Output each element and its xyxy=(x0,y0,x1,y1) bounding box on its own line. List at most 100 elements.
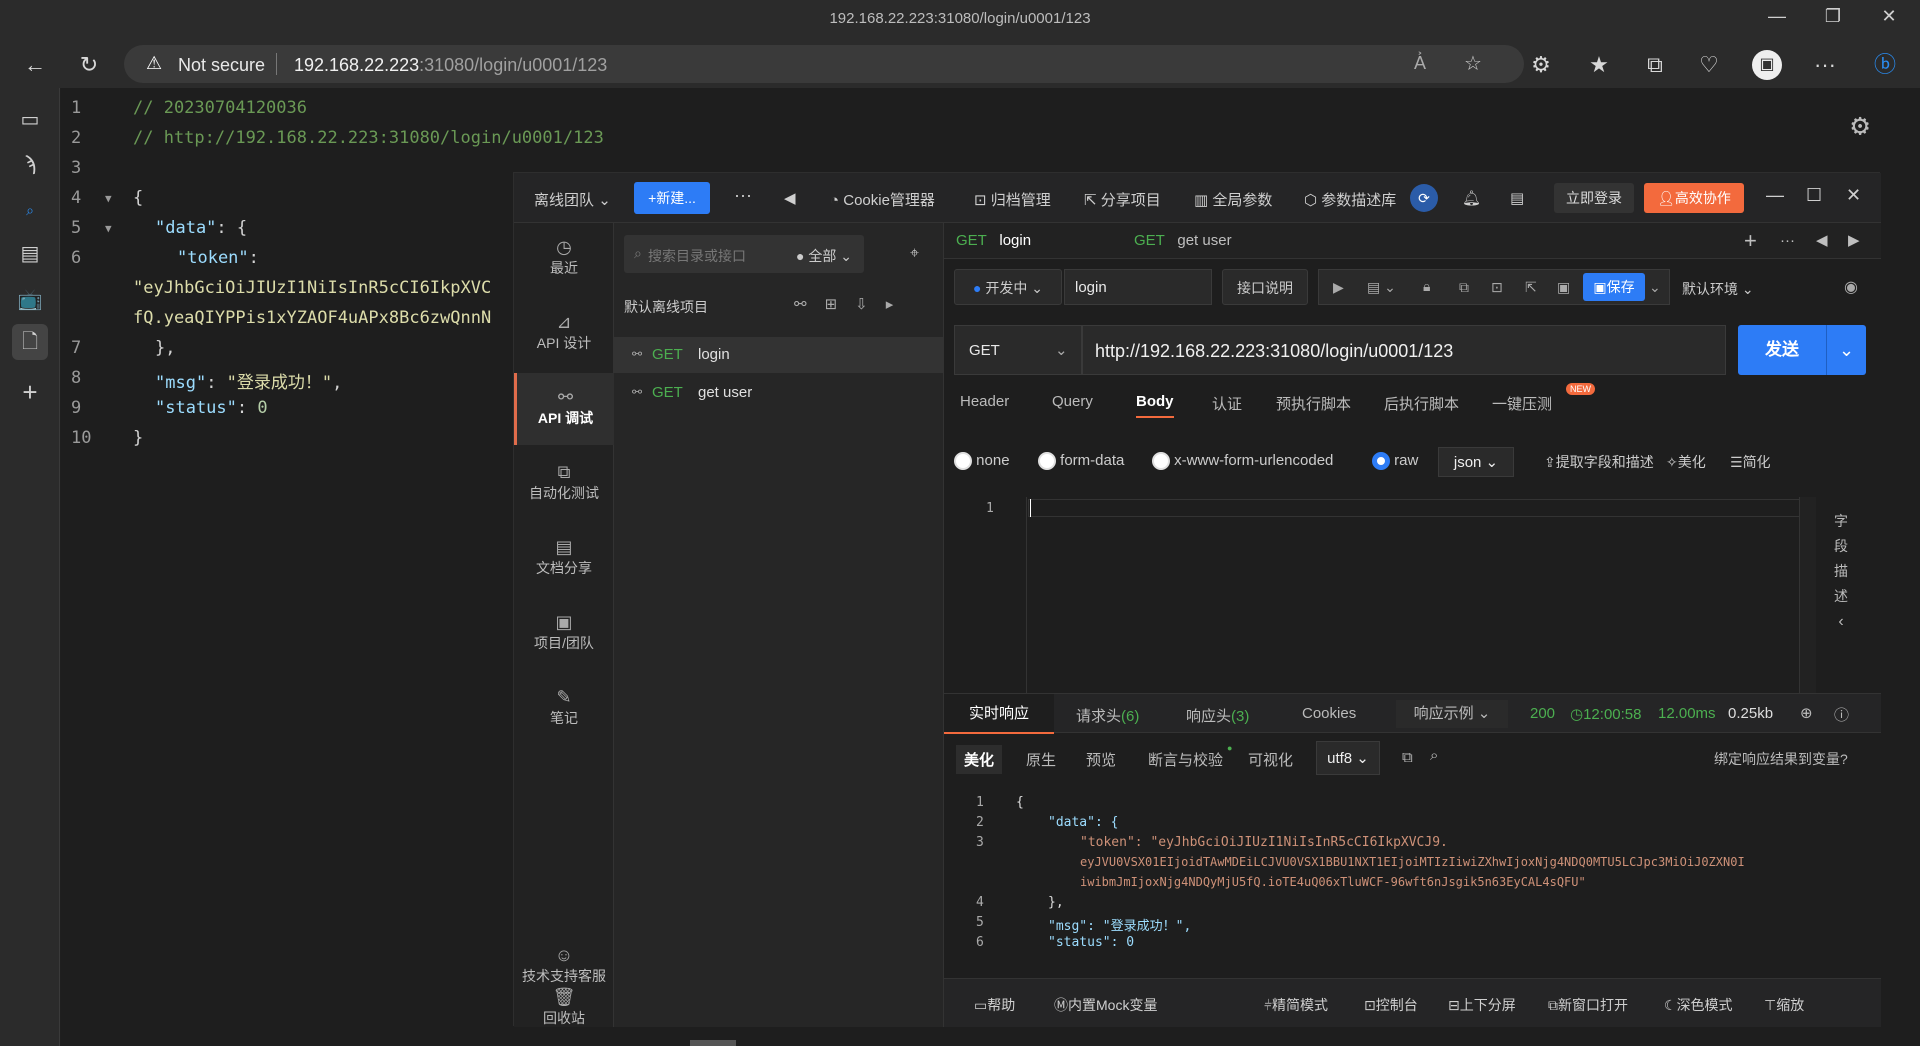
copy-icon[interactable]: ⧉ xyxy=(1459,279,1469,296)
method-select[interactable]: GET ⌄ xyxy=(954,325,1082,375)
resp-example-select[interactable]: 响应示例 ⌄ xyxy=(1396,700,1508,728)
health-icon[interactable]: ♡ xyxy=(1694,50,1724,80)
notes-icon[interactable]: ▤ xyxy=(1510,189,1524,207)
extensions-icon[interactable]: ⚙ xyxy=(1526,50,1556,80)
add-api-icon[interactable]: ⚯ xyxy=(794,296,825,313)
tree-actions[interactable]: ⚯⊞⇩▸ xyxy=(794,295,911,313)
body-editor[interactable]: 1 xyxy=(944,497,1800,693)
view-assert[interactable]: 断言与校验 xyxy=(1148,749,1223,770)
nav-project[interactable]: ▣ 项目/团队 xyxy=(514,598,614,670)
console-button[interactable]: ⊡控制台 xyxy=(1364,995,1418,1015)
collections-icon[interactable]: ⧉ xyxy=(1640,50,1670,80)
profile-avatar[interactable]: ▣ xyxy=(1752,50,1782,80)
info-icon[interactable]: ⓘ xyxy=(1834,704,1849,725)
send-button[interactable]: 发送 xyxy=(1738,325,1826,375)
editor-scrollbar[interactable] xyxy=(1800,497,1816,693)
reading-icon[interactable]: ▤ xyxy=(12,236,48,272)
tab-request-headers[interactable]: 请求头(6) xyxy=(1076,705,1139,726)
tab-post-script[interactable]: 后执行脚本 xyxy=(1384,393,1459,414)
nav-auto-test[interactable]: ⧉ 自动化测试 xyxy=(514,448,614,520)
radio-raw[interactable]: raw xyxy=(1372,452,1418,471)
address-bar[interactable]: ⚠ Not secure 192.168.22.223:31080/login/… xyxy=(124,45,1524,83)
locate-icon[interactable]: ⌖ xyxy=(910,245,919,263)
doc-icon[interactable]: ▣ xyxy=(1557,279,1570,296)
api-name-input[interactable]: login xyxy=(1064,269,1212,305)
tab-header[interactable]: Header xyxy=(960,393,1009,410)
search-icon[interactable]: ⌕ xyxy=(12,192,48,228)
open-icon[interactable]: ⇱ xyxy=(1525,279,1537,296)
new-window-button[interactable]: ⧉新窗口打开 xyxy=(1548,995,1628,1015)
tab-next-icon[interactable]: ▶ xyxy=(1848,223,1860,259)
mock-vars-button[interactable]: Ⓜ内置Mock变量 xyxy=(1054,995,1157,1015)
tv-icon[interactable]: 📺 xyxy=(12,282,48,318)
import-icon[interactable]: ⇩ xyxy=(855,296,886,313)
minimize-icon[interactable]: — xyxy=(1754,6,1800,27)
add-tab-icon[interactable]: + xyxy=(1744,223,1757,259)
save-dropdown-icon[interactable]: ⌄ xyxy=(1649,279,1661,296)
compact-mode-button[interactable]: ⫩精简模式 xyxy=(1264,995,1328,1015)
tab-get-user[interactable]: GET get user xyxy=(1134,223,1232,259)
view-beautify[interactable]: 美化 xyxy=(956,745,1003,774)
document-icon[interactable]: 🗋 xyxy=(12,324,48,360)
collab-button[interactable]: 👤︎高效协作 xyxy=(1644,183,1744,213)
send-dropdown-icon[interactable]: ⌄ xyxy=(1826,325,1866,375)
fold-toggle-icon[interactable]: ▼ xyxy=(105,222,112,235)
field-desc-panel[interactable]: 字 段 描 述 ‹ xyxy=(1826,509,1856,634)
layout-icon[interactable]: ▤ ⌄ xyxy=(1367,279,1396,296)
global-params[interactable]: ▥ 全局参数 xyxy=(1194,189,1272,210)
tab-live-response[interactable]: 实时响应 xyxy=(944,694,1054,734)
env-select[interactable]: 默认环境 ⌄ xyxy=(1682,279,1754,299)
api-desc-button[interactable]: 接口说明 xyxy=(1222,269,1308,305)
radio-urlencoded[interactable]: x-www-form-urlencoded xyxy=(1152,452,1333,471)
copy-icon[interactable]: ⧉ xyxy=(1402,749,1413,766)
globe-icon[interactable]: ⊕ xyxy=(1800,704,1813,722)
tab-query[interactable]: Query xyxy=(1052,393,1093,410)
search-box[interactable]: ⌕ 搜索目录或接口 ● 全部 ⌄ xyxy=(624,235,864,273)
app-minimize-icon[interactable]: — xyxy=(1766,185,1784,206)
eye-icon[interactable]: ◉ xyxy=(1844,277,1858,297)
bing-icon[interactable]: ⓑ xyxy=(1870,50,1900,80)
simplify-button[interactable]: ☰简化 xyxy=(1730,452,1771,472)
view-visual[interactable]: 可视化 xyxy=(1248,749,1293,770)
share-project[interactable]: ⇱ 分享项目 xyxy=(1084,189,1161,210)
tab-body[interactable]: Body xyxy=(1136,393,1174,418)
favorites-icon[interactable]: ★ xyxy=(1584,50,1614,80)
tab-cookies[interactable]: Cookies xyxy=(1302,705,1356,722)
beautify-button[interactable]: ✧美化 xyxy=(1666,452,1706,472)
settings-gear-icon[interactable]: ⚙ xyxy=(1851,108,1869,143)
nav-doc-share[interactable]: ▤ 文档分享 xyxy=(514,523,614,595)
url-input[interactable]: http://192.168.22.223:31080/login/u0001/… xyxy=(1082,325,1726,375)
expand-icon[interactable]: ▸ xyxy=(886,296,912,313)
bell-icon[interactable]: 🔔︎ xyxy=(1462,189,1481,207)
refresh-icon[interactable]: ↻ xyxy=(74,50,104,80)
tab-pre-script[interactable]: 预执行脚本 xyxy=(1276,393,1351,414)
folder-icon[interactable]: ⊞ xyxy=(825,296,856,313)
nav-api-debug[interactable]: ⚯ API 调试 xyxy=(514,373,614,445)
app-close-icon[interactable]: ✕ xyxy=(1846,185,1861,206)
filter-all[interactable]: ● 全部 ⌄ xyxy=(796,246,852,266)
view-preview[interactable]: 预览 xyxy=(1086,749,1116,770)
favorite-star-icon[interactable]: ☆ xyxy=(1464,51,1482,76)
tab-prev-icon[interactable]: ◀ xyxy=(1816,223,1828,259)
tree-item-get-user[interactable]: ⚯ GET get user xyxy=(614,375,944,411)
extract-fields-button[interactable]: ⇪提取字段和描述 xyxy=(1544,452,1654,472)
restore-icon[interactable]: ❐ xyxy=(1810,6,1856,27)
dark-mode-button[interactable]: ☾深色模式 xyxy=(1664,995,1733,1015)
lock-icon[interactable]: 🔒︎ xyxy=(1423,278,1430,295)
collapse-icon[interactable]: ◀ xyxy=(784,189,796,207)
radio-none[interactable]: none xyxy=(954,452,1010,471)
view-raw[interactable]: 原生 xyxy=(1026,749,1056,770)
encoding-select[interactable]: utf8 ⌄ xyxy=(1316,741,1380,775)
nav-api-design[interactable]: ⊿ API 设计 xyxy=(514,298,614,370)
back-icon[interactable]: ← xyxy=(20,50,50,80)
search-icon[interactable]: ⌕ xyxy=(1430,747,1438,764)
tabs-icon[interactable]: ▭ xyxy=(12,102,48,138)
code-icon[interactable]: ⊡ xyxy=(1491,279,1503,296)
sync-icon[interactable]: ⟳ xyxy=(1410,184,1438,212)
tab-response-headers[interactable]: 响应头(3) xyxy=(1186,705,1249,726)
new-button[interactable]: +新建... xyxy=(634,182,710,214)
tab-stress-test[interactable]: 一键压测 xyxy=(1492,393,1552,414)
translate-icon[interactable]: ϡ xyxy=(12,146,48,182)
split-screen-button[interactable]: ⊟上下分屏 xyxy=(1448,995,1516,1015)
nav-recycle[interactable]: 🗑︎ 回收站 xyxy=(514,963,614,1026)
